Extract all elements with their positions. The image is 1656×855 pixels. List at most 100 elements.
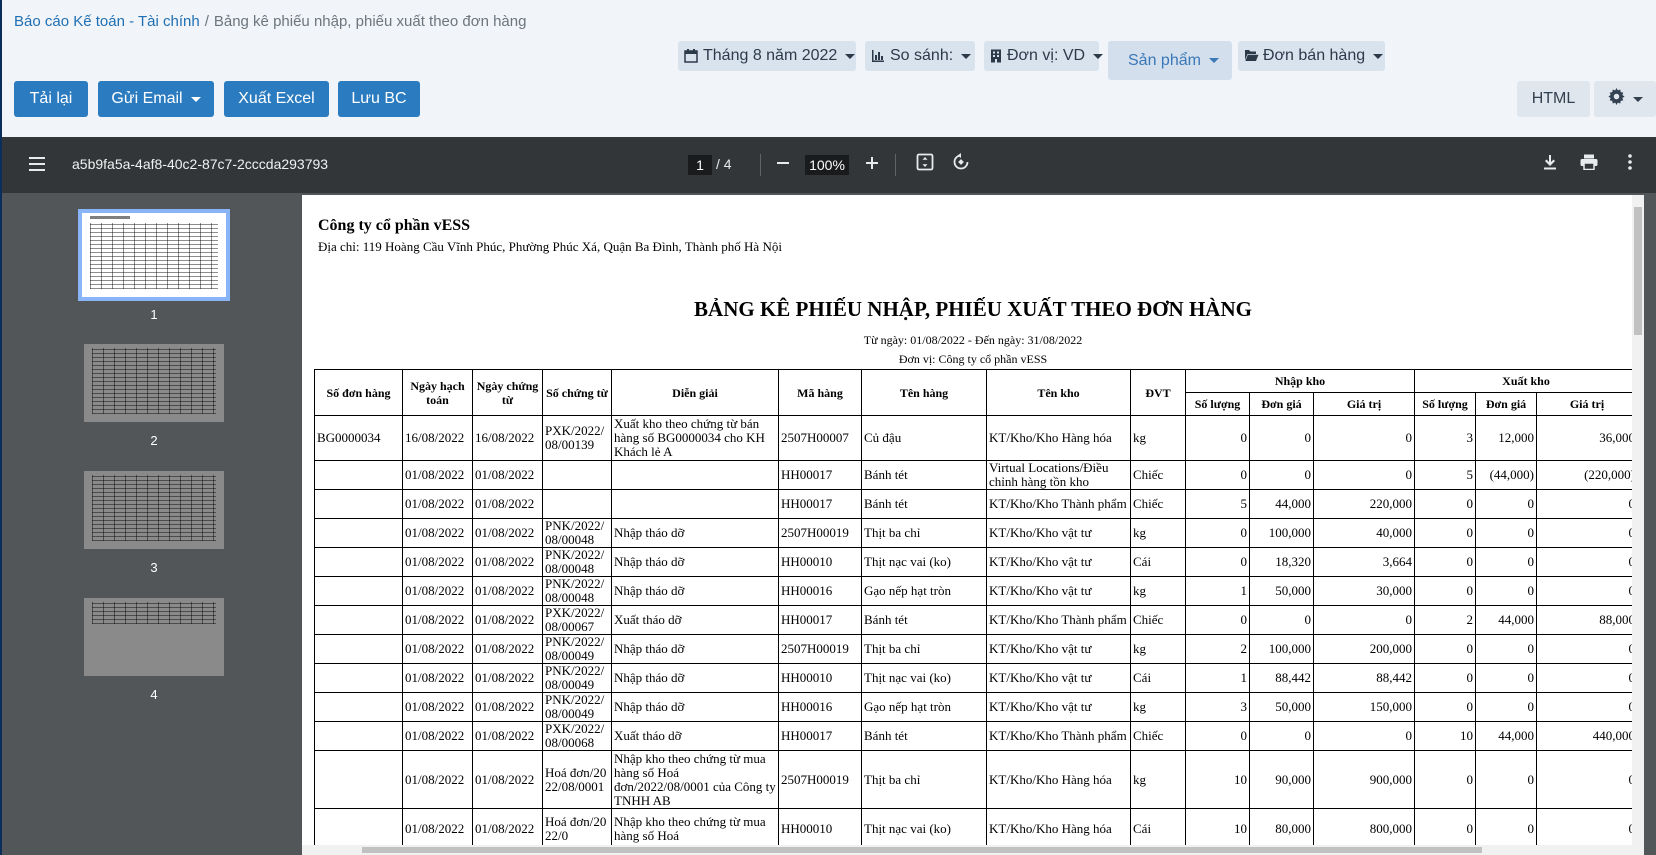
menu-icon[interactable] <box>29 157 45 171</box>
print-icon[interactable] <box>1578 153 1600 175</box>
table-cell: Thịt ba chỉ <box>861 750 987 809</box>
order-type-filter-dropdown[interactable]: Đơn bán hàng <box>1238 41 1385 71</box>
table-cell <box>314 692 403 722</box>
more-options-icon[interactable] <box>1619 153 1641 175</box>
table-cell: kg <box>1130 518 1186 548</box>
table-cell: 44,000 <box>1475 605 1537 635</box>
table-cell: HH00010 <box>778 663 862 693</box>
page-number-input[interactable]: 1 <box>688 155 712 175</box>
breadcrumb: Báo cáo Kế toán - Tài chính / Bảng kê phiế… <box>14 13 526 30</box>
table-cell: 10 <box>1414 721 1476 751</box>
table-cell: 5 <box>1185 489 1250 519</box>
horizontal-scrollbar[interactable] <box>302 845 1644 855</box>
col-header-warehouse: Tên kho <box>986 369 1131 416</box>
chevron-down-icon <box>845 53 856 59</box>
vertical-scrollbar[interactable] <box>1632 195 1644 855</box>
download-icon[interactable] <box>1539 153 1561 175</box>
breadcrumb-current: Bảng kê phiếu nhập, phiếu xuất theo đơn … <box>213 13 527 30</box>
table-cell: 200,000 <box>1313 634 1415 664</box>
table-cell: 01/08/2022 <box>472 634 543 664</box>
product-filter-label: Sản phẩm <box>1128 51 1201 69</box>
table-cell: 01/08/2022 <box>472 808 543 849</box>
col-header-export-qty: Số lượng <box>1414 392 1476 416</box>
gear-icon <box>1607 88 1625 110</box>
table-cell: BG0000034 <box>314 415 403 461</box>
col-header-description: Diễn giải <box>611 369 779 416</box>
compare-filter-dropdown[interactable]: So sánh: <box>865 41 975 71</box>
reload-button[interactable]: Tải lại <box>14 81 88 117</box>
table-row: 01/08/2022 01/08/2022 PNK/2022/08/00048 Nhậ… <box>314 518 1638 548</box>
table-cell: 0 <box>1185 721 1250 751</box>
table-cell: Xuất tháo dỡ <box>611 721 779 751</box>
unit-filter-dropdown[interactable]: Đơn vị: VD <box>984 41 1104 71</box>
page-thumbnail-2[interactable] <box>84 344 224 422</box>
fit-to-page-icon[interactable] <box>914 153 936 175</box>
export-excel-button[interactable]: Xuất Excel <box>224 81 329 117</box>
table-cell: 01/08/2022 <box>402 692 473 722</box>
table-cell <box>314 489 403 519</box>
table-cell: Nhập tháo dỡ <box>611 634 779 664</box>
table-cell: kg <box>1130 415 1186 461</box>
table-cell: 44,000 <box>1475 721 1537 751</box>
chevron-down-icon <box>1632 96 1643 102</box>
html-view-button-label: HTML <box>1531 90 1576 107</box>
table-cell: 3 <box>1414 415 1476 461</box>
table-cell: Nhập tháo dỡ <box>611 547 779 577</box>
table-cell: KT/Kho/Kho vật tư <box>986 692 1131 722</box>
pdf-page-area[interactable]: Công ty cổ phần vESS Địa chỉ: 119 Hoàng … <box>302 193 1656 855</box>
table-cell: 01/08/2022 <box>402 518 473 548</box>
breadcrumb-parent-link[interactable]: Báo cáo Kế toán - Tài chính <box>14 13 200 30</box>
zoom-out-icon[interactable] <box>772 153 794 175</box>
col-header-voucher-no: Số chứng từ <box>542 369 612 416</box>
col-header-import-value: Giá trị <box>1313 392 1415 416</box>
rotate-icon[interactable] <box>950 153 972 175</box>
html-view-button[interactable]: HTML <box>1517 81 1590 117</box>
product-filter-dropdown[interactable]: Sản phẩm <box>1108 41 1232 80</box>
table-cell: 36,000 <box>1536 415 1638 461</box>
table-cell: 0 <box>1536 489 1638 519</box>
send-email-button[interactable]: Gửi Email <box>98 81 214 117</box>
period-filter-dropdown[interactable]: Tháng 8 năm 2022 <box>678 41 856 71</box>
table-cell: PNK/2022/08/00049 <box>542 634 612 664</box>
bar-chart-icon <box>871 49 885 63</box>
table-cell: HH00016 <box>778 576 862 606</box>
page-thumbnail-1[interactable] <box>78 209 230 301</box>
table-cell: 12,000 <box>1475 415 1537 461</box>
table-cell: KT/Kho/Kho Hàng hóa <box>986 415 1131 461</box>
table-cell: Bánh tét <box>861 721 987 751</box>
table-cell: Chiếc <box>1130 605 1186 635</box>
table-cell: PNK/2022/08/00049 <box>542 692 612 722</box>
zoom-level-input[interactable]: 100% <box>805 155 849 175</box>
table-cell: 40,000 <box>1313 518 1415 548</box>
table-cell: 01/08/2022 <box>472 692 543 722</box>
table-cell: Chiếc <box>1130 460 1186 490</box>
table-cell: 3,664 <box>1313 547 1415 577</box>
table-cell: 0 <box>1185 518 1250 548</box>
table-cell: KT/Kho/Kho vật tư <box>986 576 1131 606</box>
table-cell: 0 <box>1536 663 1638 693</box>
table-cell: 900,000 <box>1313 750 1415 809</box>
table-cell: Bánh tét <box>861 460 987 490</box>
page-thumbnail-3[interactable] <box>84 471 224 549</box>
zoom-in-icon[interactable] <box>861 153 883 175</box>
table-cell: Củ đậu <box>861 415 987 461</box>
table-cell: PXK/2022/08/00139 <box>542 415 612 461</box>
save-report-button-label: Lưu BC <box>351 90 407 107</box>
table-row: 01/08/2022 01/08/2022 PNK/2022/08/00049 Nhậ… <box>314 692 1638 722</box>
table-cell: 01/08/2022 <box>472 750 543 809</box>
table-cell <box>611 489 779 519</box>
table-cell: 01/08/2022 <box>472 605 543 635</box>
table-cell: HH00017 <box>778 721 862 751</box>
table-cell: KT/Kho/Kho Thành phẩm <box>986 489 1131 519</box>
settings-dropdown-button[interactable] <box>1594 81 1656 117</box>
table-cell: 0 <box>1414 663 1476 693</box>
report-table: Số đơn hàng Ngày hạch toán Ngày chứng từ… <box>314 369 1638 849</box>
reload-button-label: Tải lại <box>29 90 73 107</box>
table-row: 01/08/2022 01/08/2022 PNK/2022/08/00049 Nhậ… <box>314 634 1638 664</box>
table-cell: 2507H00019 <box>778 750 862 809</box>
save-report-button[interactable]: Lưu BC <box>338 81 420 117</box>
page-thumbnail-4[interactable] <box>84 598 224 676</box>
table-cell: 0 <box>1475 634 1537 664</box>
table-cell: 0 <box>1536 808 1638 849</box>
col-header-voucher-date: Ngày chứng từ <box>472 369 543 416</box>
